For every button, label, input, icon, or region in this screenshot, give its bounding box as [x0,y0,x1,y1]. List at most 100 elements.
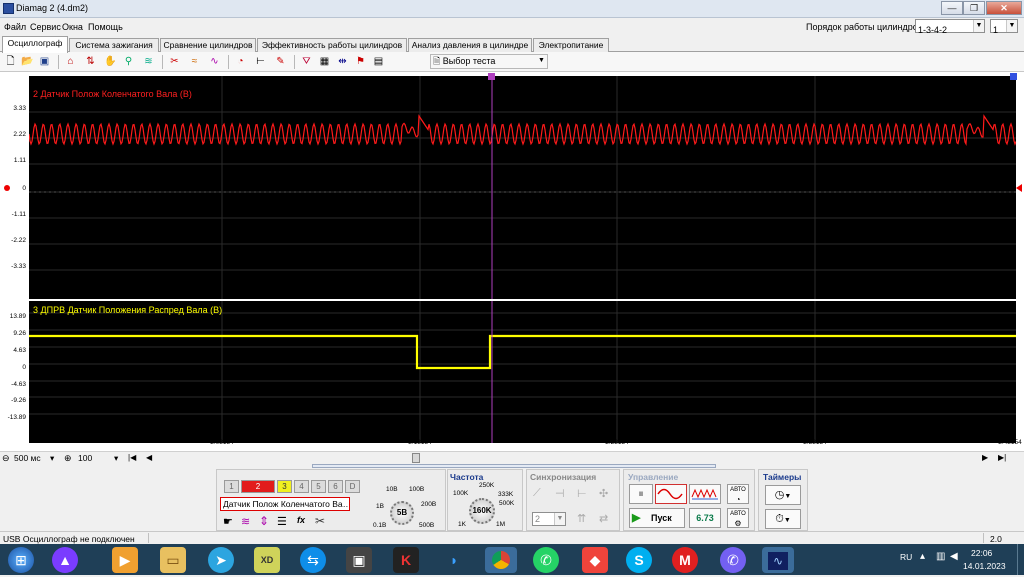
pulse-wave-button[interactable] [689,484,721,504]
wave-icon[interactable]: ≋ [241,515,250,528]
grid-icon[interactable]: ▦ [318,55,331,68]
sync-up-icon[interactable]: ⇈ [577,512,586,525]
pause-icon[interactable]: ⏸ [629,484,653,504]
save-icon[interactable]: ▣ [38,55,51,68]
function-icon[interactable]: fx [297,515,305,525]
tab-power-supply[interactable]: Электропитание [533,38,609,52]
test-select[interactable]: 🗎 Выбор теста ▼ [430,54,548,69]
chrome-icon[interactable] [485,547,517,573]
channel-2-plot[interactable]: 2 Датчик Полож Коленчатого Вала (В) [28,76,1017,299]
scroll-thumb[interactable] [412,453,420,463]
channel-3-plot[interactable]: 3 ДПРВ Датчик Положения Распред Вала (В) [29,301,1016,443]
channel-button-4[interactable]: 4 [294,480,309,493]
clock-date[interactable]: 14.01.2023 [963,561,1006,571]
sync-channel-select[interactable]: 2 ▼ [532,512,566,526]
sync-rise-icon[interactable]: ⟋ [533,487,541,500]
restore-button[interactable]: ❐ [963,1,985,15]
tools-icon[interactable]: ✂ [315,514,325,528]
scroll-first-icon[interactable]: |◀ [128,453,136,462]
wave-overlay-icon[interactable]: ≈ [188,55,201,68]
timer-clock-button[interactable]: ◷▼ [765,485,801,505]
dolphin-icon[interactable]: ◗ [441,547,467,573]
auto-button-top[interactable]: АВТО ◔ [727,484,749,504]
sync-fall-icon[interactable]: ⊢ [577,487,587,500]
close-button[interactable]: ✕ [986,1,1022,15]
level-icon[interactable]: ⇹ [336,55,349,68]
kompas-icon[interactable]: K [393,547,419,573]
flag-icon[interactable]: ⚑ [354,55,367,68]
channel-name-field[interactable]: Датчик Полож Коленчатого Ва… [220,497,350,511]
skype-icon[interactable]: S [626,547,652,573]
cursor-handle[interactable] [488,73,495,80]
telegram-icon[interactable]: ➤ [208,547,234,573]
lines-icon[interactable]: ☰ [277,515,287,528]
voltage-knob[interactable]: 5В [390,501,414,525]
notes-icon[interactable]: ▤ [372,55,385,68]
channel-button-1[interactable]: 1 [224,480,239,493]
tab-ignition[interactable]: Система зажигания [69,38,159,52]
video-icon[interactable]: ▣ [346,547,372,573]
scroll-left-icon[interactable]: ◀ [146,453,152,462]
tab-cylinder-compare[interactable]: Сравнение цилиндров [160,38,256,52]
diamag-icon[interactable]: ∿ [762,547,794,573]
mail-icon[interactable]: M [672,547,698,573]
timebase-value[interactable]: 500 мс [14,453,41,463]
cylinder-stepper[interactable]: 1 ▼ [990,19,1018,35]
xod-icon[interactable]: XD [254,547,280,573]
probe-icon[interactable]: ☛ [223,515,233,528]
start-icon[interactable]: ⊞ [8,547,34,573]
zoom-value[interactable]: 100 [78,453,92,463]
cylinder-order-select[interactable]: 1-3-4-2 ▼ [915,19,985,35]
anydesk-icon[interactable]: ◆ [582,547,608,573]
tab-oscilloscope[interactable]: Осциллограф [2,36,68,53]
wave-scale-icon[interactable]: ∿ [208,55,221,68]
cursor-a-icon[interactable]: ⌂ [64,55,77,68]
whatsapp-icon[interactable]: ✆ [533,547,559,573]
menu-service[interactable]: Сервис [30,22,61,32]
clock-time[interactable]: 22:06 [971,548,992,558]
menu-file[interactable]: Файл [4,22,26,32]
timer-stopwatch-button[interactable]: ⏱▼ [765,509,801,529]
cursor-b-icon[interactable]: ⇅ [84,55,97,68]
teamviewer-icon[interactable]: ⇆ [300,547,326,573]
start-button[interactable]: ▶ Пуск [629,508,685,528]
spark-icon[interactable]: ≋ [142,55,155,68]
sine-wave-button[interactable] [655,484,687,504]
menu-help[interactable]: Помощь [88,22,123,32]
sync-lock-icon[interactable]: ⇄ [599,512,608,525]
scroll-last-icon[interactable]: ▶| [998,453,1006,462]
new-file-icon[interactable]: 🗋 [4,55,17,68]
wave-cut-icon[interactable]: ✂ [168,55,181,68]
channel-button-d[interactable]: D [345,480,360,493]
auto-button-bottom[interactable]: АВТО ⚙ [727,508,749,528]
channel-button-2[interactable]: 2 [241,480,275,493]
network-icon[interactable]: ▥ [936,551,945,562]
menu-windows[interactable]: Окна [62,22,83,32]
zoom-icon[interactable]: ⚲ [122,55,135,68]
minimize-button[interactable]: — [941,1,963,15]
scroll-right-icon[interactable]: ▶ [982,453,988,462]
cursor-handle-b[interactable] [1010,73,1017,80]
alice-icon[interactable]: ▲ [52,547,78,573]
volume-icon[interactable]: ◀ [950,551,958,562]
panel-collapse-bar[interactable] [312,464,716,468]
hand-icon[interactable]: ✋ [104,55,117,68]
viber-icon[interactable]: ✆ [720,547,746,573]
tab-cylinder-efficiency[interactable]: Эффективность работы цилиндров [257,38,407,52]
channel-2-level-marker[interactable] [1016,184,1022,192]
open-folder-icon[interactable]: 📂 [21,55,34,68]
record-icon[interactable]: ◔ [234,55,247,68]
marker-icon[interactable]: ✎ [274,55,287,68]
channel-button-6[interactable]: 6 [328,480,343,493]
channel-2-zero-marker[interactable] [4,185,10,191]
show-desktop-button[interactable] [1017,544,1024,575]
ruler-icon[interactable]: ⊢ [254,55,267,68]
sync-edge-icon[interactable]: ⊣ [555,487,565,500]
sync-trigger-icon[interactable]: ✣ [599,487,608,500]
channel-button-3[interactable]: 3 [277,480,292,493]
file-explorer-icon[interactable]: ▭ [160,547,186,573]
media-icon[interactable]: ▶ [112,547,138,573]
invert-icon[interactable]: ⇕ [259,514,269,528]
filter-icon[interactable]: ⛛ [300,55,313,68]
channel-button-5[interactable]: 5 [311,480,326,493]
